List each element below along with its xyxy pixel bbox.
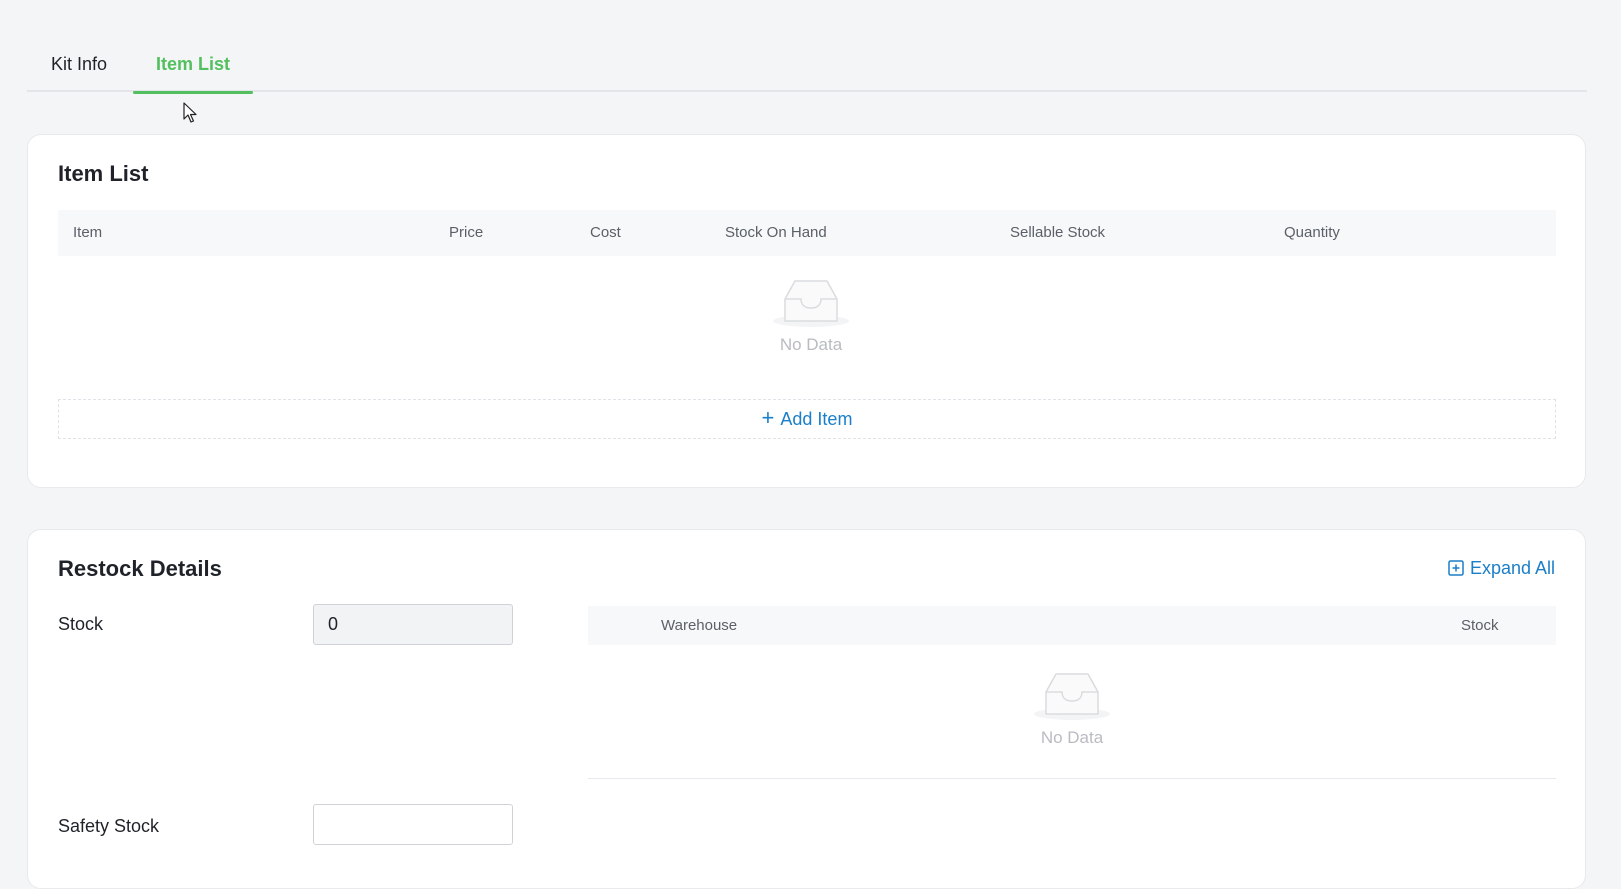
restock-details-title: Restock Details [58, 556, 222, 581]
stock-label: Stock [58, 614, 104, 634]
item-list-card: Item List Item Price Cost Stock On Hand … [27, 134, 1586, 488]
tab-kit-info[interactable]: Kit Info [27, 36, 131, 92]
safety-stock-label: Safety Stock [58, 816, 160, 836]
column-price: Price [449, 224, 484, 241]
empty-inbox-icon [773, 280, 849, 327]
mouse-cursor-icon [183, 102, 197, 123]
warehouse-empty-state: No Data [1007, 670, 1137, 748]
stock-input[interactable] [313, 604, 513, 645]
column-warehouse: Warehouse [661, 617, 738, 634]
column-stock: Stock [1461, 617, 1499, 634]
plus-icon: + [761, 405, 775, 430]
tab-item-list[interactable]: Item List [133, 36, 253, 94]
warehouse-empty-text: No Data [1040, 728, 1104, 747]
expand-all-button[interactable]: Expand All [1448, 558, 1555, 579]
column-item: Item [73, 224, 103, 241]
expand-all-label: Expand All [1469, 558, 1555, 578]
restock-details-card: Restock Details Expand All Stock Warehou… [27, 529, 1586, 889]
column-sellable-stock: Sellable Stock [1010, 224, 1106, 241]
item-list-empty-text: No Data [779, 335, 843, 354]
column-stock-on-hand: Stock On Hand [725, 224, 827, 241]
divider [588, 778, 1556, 779]
column-cost: Cost [590, 224, 621, 241]
empty-inbox-icon [1034, 673, 1110, 720]
add-item-label: Add Item [780, 409, 853, 429]
item-list-title: Item List [58, 161, 149, 186]
safety-stock-input[interactable] [313, 804, 513, 845]
add-item-button[interactable]: + Add Item [58, 399, 1556, 439]
expand-square-icon [1448, 560, 1464, 576]
item-table-header: Item Price Cost Stock On Hand Sellable S… [58, 210, 1556, 256]
warehouse-table-header: Warehouse Stock [588, 606, 1556, 645]
column-quantity: Quantity [1284, 224, 1340, 241]
item-list-empty-state: No Data [746, 277, 876, 355]
tab-bar: Kit Info Item List [27, 36, 1587, 94]
